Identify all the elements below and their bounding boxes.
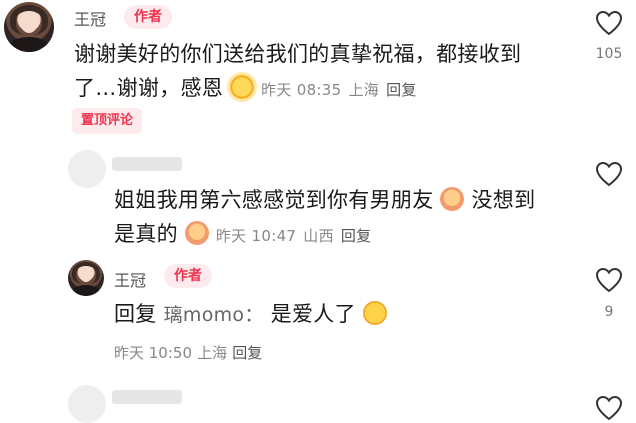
like-count: 105 <box>595 46 623 62</box>
reply-prefix: 回复 <box>114 302 157 326</box>
avatar[interactable] <box>68 150 106 188</box>
author-badge: 作者 <box>164 264 212 288</box>
comment-body: 谢谢美好的你们送给我们的真挚祝福，都接收到 了…谢谢，感恩 昨天 08:35 上… <box>74 42 522 100</box>
reply-button[interactable]: 回复 <box>232 344 262 362</box>
reply-button[interactable]: 回复 <box>341 227 372 245</box>
pinned-badge: 置顶评论 <box>72 108 143 134</box>
blurred-username <box>112 157 182 171</box>
comment-location: 山西 <box>303 227 334 245</box>
comment-body: 回复 璃momo： 是爱人了 <box>114 297 387 332</box>
avatar[interactable] <box>68 385 106 423</box>
comment-location: 上海 <box>348 81 380 99</box>
comment-thread: 王冠 作者 谢谢美好的你们送给我们的真挚祝福，都接收到 了…谢谢，感恩 昨天 0… <box>0 0 636 423</box>
avatar[interactable] <box>4 2 54 52</box>
smile-icon <box>362 301 387 325</box>
comment-username[interactable]: 王冠 <box>114 267 146 291</box>
like-heart-icon[interactable] <box>595 267 623 293</box>
avatar[interactable] <box>68 260 104 296</box>
like-heart-icon[interactable] <box>595 395 623 421</box>
author-badge: 作者 <box>124 5 172 29</box>
sun-icon <box>230 75 255 99</box>
like-heart-icon[interactable] <box>595 161 623 187</box>
reply-button[interactable]: 回复 <box>386 81 417 99</box>
blurred-username <box>112 390 182 404</box>
blush-face-icon <box>440 187 465 211</box>
comment-meta: 昨天 10:50 上海 回复 <box>114 342 262 363</box>
comment-time: 昨天 10:47 <box>215 227 297 245</box>
like-count: 9 <box>604 304 614 320</box>
reply-target-user[interactable]: 璃momo： <box>164 304 264 326</box>
comment-location: 上海 <box>197 344 228 362</box>
comment-time: 昨天 08:35 <box>261 81 342 99</box>
comment-body: 姐姐我用第六感感觉到你有男朋友 没想到 是真的 昨天 10:47 山西 回复 <box>114 187 536 246</box>
comment-username[interactable]: 王冠 <box>74 6 106 30</box>
peach-face-icon <box>184 221 209 245</box>
like-heart-icon[interactable] <box>595 10 623 36</box>
comment-time: 昨天 10:50 <box>114 344 192 362</box>
